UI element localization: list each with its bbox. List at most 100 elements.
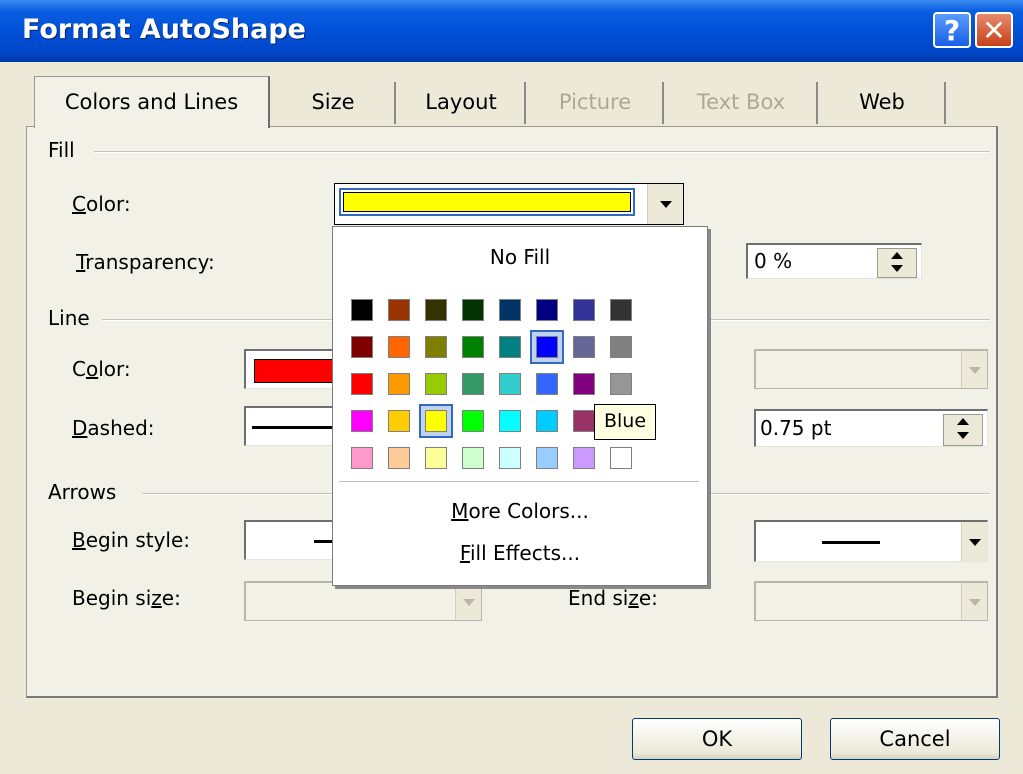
begin-style-label: Begin style:: [72, 528, 191, 552]
fill-color-dropdown-button[interactable]: [647, 184, 683, 224]
tab-colors-and-lines[interactable]: Colors and Lines: [34, 76, 270, 128]
spin-down-icon[interactable]: [957, 432, 969, 439]
fill-group-divider: [94, 151, 990, 153]
begin-style-dropdown[interactable]: [244, 520, 340, 560]
color-swatch[interactable]: [388, 373, 410, 395]
color-swatch[interactable]: [573, 336, 595, 358]
tab-size[interactable]: Size: [272, 82, 396, 124]
line-weight-value: 0.75 pt: [760, 416, 832, 440]
spin-up-icon[interactable]: [957, 418, 969, 425]
color-swatch[interactable]: [462, 299, 484, 321]
tab-layout[interactable]: Layout: [398, 82, 526, 124]
chevron-down-icon: [969, 366, 981, 374]
color-swatch[interactable]: [462, 336, 484, 358]
color-swatch[interactable]: [573, 373, 595, 395]
line-style-dropdown: [754, 349, 988, 389]
dashed-line-preview: [252, 426, 339, 429]
end-size-dropdown-button: [961, 583, 987, 620]
color-swatch[interactable]: [462, 447, 484, 469]
end-size-dropdown: [754, 581, 988, 621]
fill-color-dropdown[interactable]: [334, 183, 684, 225]
end-style-dropdown-button[interactable]: [961, 522, 987, 561]
color-swatch[interactable]: [351, 447, 373, 469]
fill-effects-option[interactable]: Fill Effects...: [333, 541, 707, 565]
help-icon: ?: [943, 14, 961, 47]
color-swatch[interactable]: [462, 410, 484, 432]
color-swatch[interactable]: [536, 299, 558, 321]
line-color-dropdown[interactable]: [244, 349, 340, 389]
color-swatch[interactable]: [351, 373, 373, 395]
color-swatch[interactable]: [536, 410, 558, 432]
title-bar[interactable]: Format AutoShape ? ✕: [0, 0, 1023, 62]
color-swatch[interactable]: [610, 373, 632, 395]
color-swatch[interactable]: [388, 299, 410, 321]
spin-up-icon[interactable]: [891, 252, 903, 259]
color-swatch[interactable]: [536, 336, 558, 358]
chevron-down-icon: [660, 201, 672, 208]
line-color-label: Color:: [72, 357, 131, 381]
dashed-label: Dashed:: [72, 416, 155, 440]
chevron-down-icon: [969, 598, 981, 606]
color-swatch[interactable]: [388, 336, 410, 358]
color-swatch[interactable]: [536, 447, 558, 469]
line-color-swatch: [254, 359, 339, 383]
color-swatch[interactable]: [573, 299, 595, 321]
line-weight-spinner[interactable]: [943, 414, 983, 446]
close-button[interactable]: ✕: [975, 12, 1013, 48]
ok-button[interactable]: OK: [632, 718, 802, 760]
spin-down-icon[interactable]: [891, 265, 903, 272]
arrows-group-divider-right: [708, 493, 990, 495]
color-swatch[interactable]: [425, 299, 447, 321]
chevron-down-icon: [463, 598, 475, 606]
close-icon: ✕: [982, 14, 1006, 47]
format-autoshape-dialog: Format AutoShape ? ✕ Colors and Lines Si…: [0, 0, 1023, 774]
color-swatch[interactable]: [388, 447, 410, 469]
color-swatch[interactable]: [425, 447, 447, 469]
dashed-dropdown[interactable]: [244, 406, 340, 446]
fill-color-swatch: [343, 192, 631, 212]
color-swatch[interactable]: [351, 336, 373, 358]
color-swatch[interactable]: [610, 336, 632, 358]
color-swatch[interactable]: [425, 410, 447, 432]
color-swatch[interactable]: [425, 373, 447, 395]
color-swatch[interactable]: [499, 336, 521, 358]
color-swatch[interactable]: [536, 373, 558, 395]
color-swatch[interactable]: [573, 410, 595, 432]
color-swatch[interactable]: [499, 299, 521, 321]
fill-color-focus-ring: [339, 188, 635, 216]
color-swatch[interactable]: [351, 410, 373, 432]
color-swatch[interactable]: [499, 373, 521, 395]
cancel-button[interactable]: Cancel: [830, 718, 1000, 760]
color-palette: [333, 227, 707, 487]
line-group-divider-right: [708, 319, 990, 321]
color-swatch[interactable]: [499, 410, 521, 432]
tab-web[interactable]: Web: [820, 82, 946, 124]
begin-size-dropdown-button: [455, 583, 481, 620]
transparency-field[interactable]: 0 %: [746, 243, 922, 279]
line-group-label: Line: [48, 306, 90, 330]
color-swatch[interactable]: [610, 299, 632, 321]
color-swatch[interactable]: [351, 299, 373, 321]
window-title: Format AutoShape: [22, 14, 306, 45]
color-swatch[interactable]: [425, 336, 447, 358]
line-group-divider-left: [102, 319, 332, 321]
fill-color-label: Color:: [72, 192, 131, 216]
more-colors-option[interactable]: More Colors...: [333, 499, 707, 523]
line-weight-field[interactable]: 0.75 pt: [754, 409, 988, 447]
end-style-line-preview: [822, 541, 880, 544]
tab-picture: Picture: [528, 82, 664, 124]
help-button[interactable]: ?: [933, 12, 971, 48]
begin-size-label: Begin size:: [72, 586, 181, 610]
color-swatch[interactable]: [462, 373, 484, 395]
end-style-dropdown[interactable]: [754, 520, 988, 562]
popup-separator: [339, 481, 699, 482]
line-style-dropdown-button: [961, 351, 987, 388]
arrows-group-divider-left: [142, 493, 332, 495]
color-swatch[interactable]: [573, 447, 595, 469]
color-tooltip: Blue: [594, 404, 656, 440]
color-swatch[interactable]: [499, 447, 521, 469]
color-swatch[interactable]: [388, 410, 410, 432]
tab-text-box: Text Box: [666, 82, 818, 124]
transparency-spinner[interactable]: [877, 248, 917, 278]
color-swatch[interactable]: [610, 447, 632, 469]
